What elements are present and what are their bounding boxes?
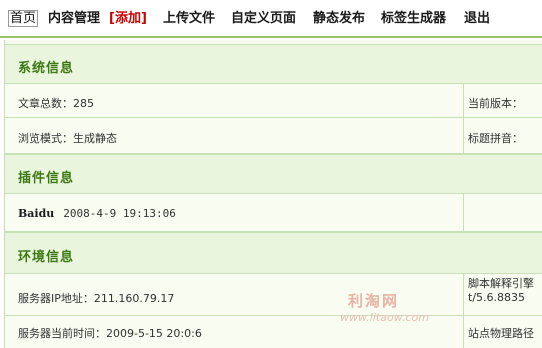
column-divider bbox=[463, 118, 464, 153]
nav-home-link[interactable]: 首页 bbox=[8, 10, 39, 27]
plugin-info-title: 插件信息 bbox=[18, 171, 75, 186]
server-time: 服务器当前时间：2009-5-15 20:0:6 bbox=[18, 327, 202, 340]
column-divider bbox=[463, 194, 464, 231]
system-info-title: 系统信息 bbox=[18, 61, 75, 76]
system-row-2: 浏览模式：生成静态 标题拼音： bbox=[5, 118, 542, 154]
browse-mode: 浏览模式：生成静态 bbox=[18, 132, 117, 145]
nav-logout-link[interactable]: 退出 bbox=[464, 11, 490, 26]
nav-static-publish-link[interactable]: 静态发布 bbox=[313, 11, 365, 26]
nav-tag-generator-link[interactable]: 标签生成器 bbox=[381, 11, 446, 26]
column-divider bbox=[463, 316, 464, 348]
title-pinyin: 标题拼音： bbox=[468, 132, 523, 145]
plugin-info-header: 插件信息 bbox=[5, 154, 542, 194]
script-engine: 脚本解释引擎 t/5.6.8835 bbox=[468, 277, 542, 305]
env-row-2: 服务器当前时间：2009-5-15 20:0:6 站点物理路径 bbox=[5, 316, 542, 348]
article-count: 文章总数：285 bbox=[18, 97, 94, 110]
column-divider bbox=[463, 274, 464, 315]
nav-custom-page-link[interactable]: 自定义页面 bbox=[231, 11, 296, 26]
plugin-entry: Baidu 2008-4-9 19:13:06 bbox=[18, 207, 176, 220]
system-info-header: 系统信息 bbox=[5, 44, 542, 84]
column-divider bbox=[463, 84, 464, 117]
server-ip: 服务器IP地址：211.160.79.17 bbox=[18, 292, 175, 305]
script-engine-label: 脚本解释引擎 bbox=[468, 277, 534, 290]
plugin-date: 2008-4-9 19:13:06 bbox=[63, 207, 176, 220]
nav-content-manage-link[interactable]: 内容管理 bbox=[48, 11, 100, 26]
plugin-name: Baidu bbox=[18, 207, 55, 220]
env-row-1: 服务器IP地址：211.160.79.17 脚本解释引擎 t/5.6.8835 bbox=[5, 274, 542, 316]
nav-upload-file-link[interactable]: 上传文件 bbox=[163, 11, 215, 26]
current-version: 当前版本： bbox=[468, 97, 523, 110]
script-engine-version: t/5.6.8835 bbox=[468, 291, 526, 304]
system-row-1: 文章总数：285 当前版本： bbox=[5, 84, 542, 118]
top-nav: 首页 内容管理 [添加] 上传文件 自定义页面 静态发布 标签生成器 退出 bbox=[0, 0, 542, 38]
info-panel: 系统信息 文章总数：285 当前版本： 浏览模式：生成静态 标题拼音： 插件信息… bbox=[4, 40, 542, 348]
nav-add-link[interactable]: [添加] bbox=[109, 11, 147, 26]
env-info-title: 环境信息 bbox=[18, 250, 75, 265]
plugin-row: Baidu 2008-4-9 19:13:06 bbox=[5, 194, 542, 232]
env-info-header: 环境信息 bbox=[5, 232, 542, 274]
site-physical-path: 站点物理路径 bbox=[468, 327, 534, 340]
